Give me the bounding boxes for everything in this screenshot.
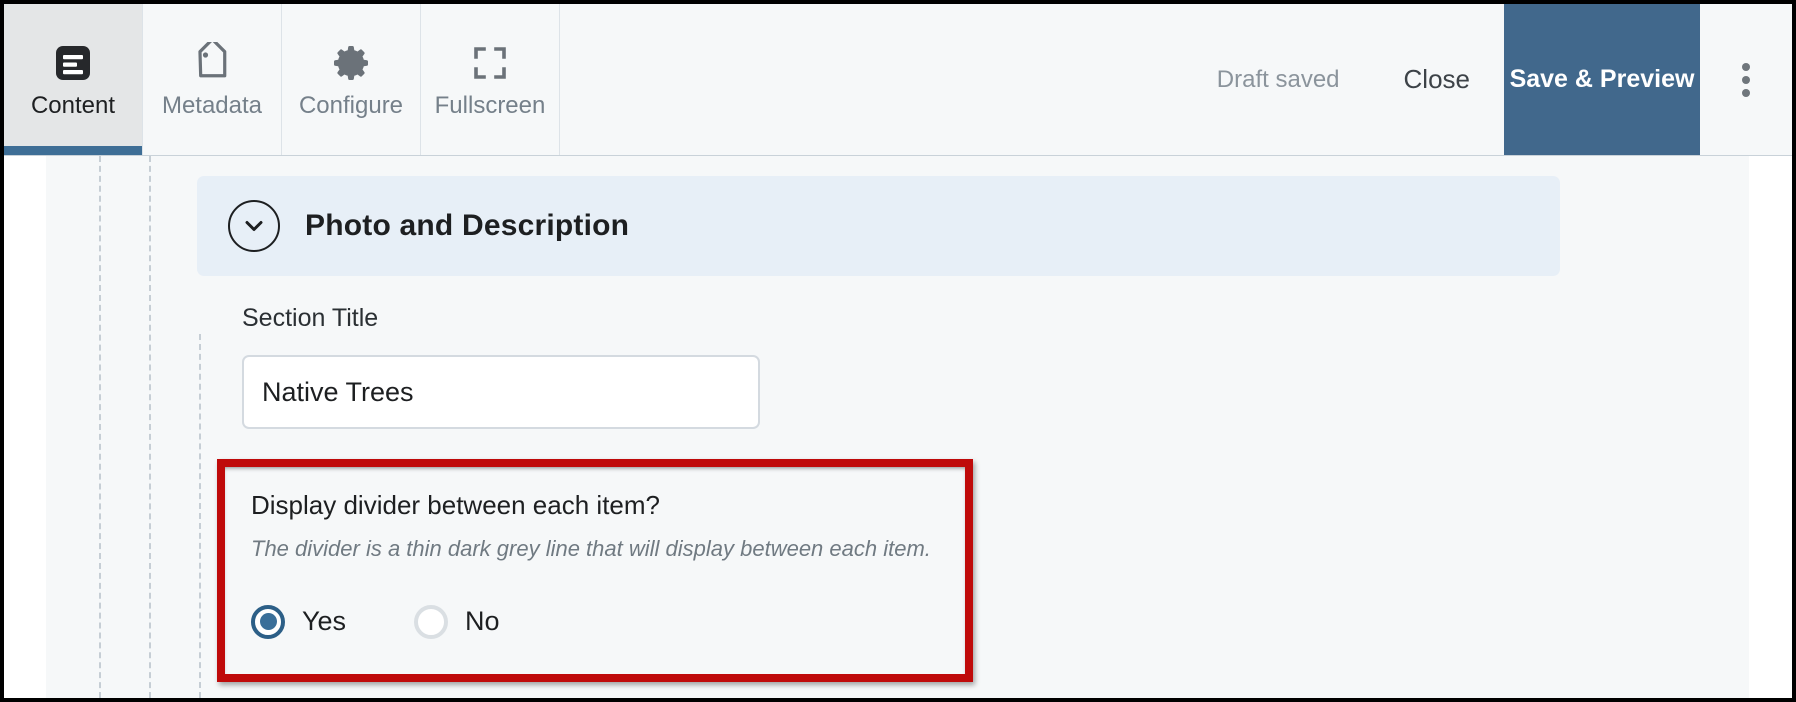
section-title-field-label: Section Title (242, 304, 379, 332)
toolbar-actions: Draft saved Close Save & Preview (1187, 4, 1792, 155)
radio-option-yes-label: Yes (302, 606, 347, 637)
tab-content-label: Content (30, 92, 116, 119)
tab-metadata[interactable]: Metadata (143, 4, 282, 155)
section-title-heading: Photo and Description (305, 209, 630, 242)
tab-fullscreen[interactable]: Fullscreen (421, 4, 560, 155)
radio-unselected-icon (414, 604, 449, 639)
radio-option-yes[interactable]: Yes (251, 604, 347, 639)
layout-guide-line (199, 334, 201, 698)
draft-status: Draft saved (1216, 65, 1340, 93)
document-lines-icon (51, 41, 95, 85)
radio-option-no[interactable]: No (414, 604, 500, 639)
expand-icon (468, 41, 512, 85)
section-header[interactable]: Photo and Description (197, 176, 1560, 276)
tab-configure[interactable]: Configure (282, 4, 421, 155)
chevron-down-icon[interactable] (228, 200, 280, 252)
close-button[interactable]: Close (1370, 4, 1504, 155)
editor-canvas: Photo and Description Section Title Disp… (46, 156, 1749, 698)
divider-radio-group: Yes No (251, 604, 939, 639)
tab-metadata-label: Metadata (161, 92, 263, 119)
layout-guide-line (149, 156, 151, 698)
overflow-menu-button[interactable] (1700, 4, 1792, 155)
tab-configure-label: Configure (298, 92, 404, 119)
gear-icon (329, 41, 373, 85)
editor-page: Photo and Description Section Title Disp… (4, 156, 1792, 698)
section-title-input[interactable] (242, 355, 760, 429)
divider-question-group: Display divider between each item? The d… (225, 467, 965, 674)
divider-question-label: Display divider between each item? (251, 490, 660, 520)
divider-question-helper-text: The divider is a thin dark grey line tha… (251, 536, 931, 562)
tag-icon (190, 41, 234, 85)
tab-fullscreen-label: Fullscreen (434, 92, 546, 119)
editor-toolbar: Content Metadata Configure Fullscreen Dr… (4, 4, 1792, 156)
layout-guide-line (99, 156, 101, 698)
divider-question-highlight: Display divider between each item? The d… (217, 459, 973, 682)
tab-content[interactable]: Content (4, 4, 143, 155)
save-and-preview-button[interactable]: Save & Preview (1504, 4, 1700, 155)
editor-tabs: Content Metadata Configure Fullscreen (4, 4, 560, 155)
radio-selected-icon (251, 604, 285, 639)
editor-screenshot: Content Metadata Configure Fullscreen Dr… (0, 0, 1796, 702)
radio-option-no-label: No (465, 606, 500, 637)
kebab-menu-icon (1742, 62, 1750, 97)
